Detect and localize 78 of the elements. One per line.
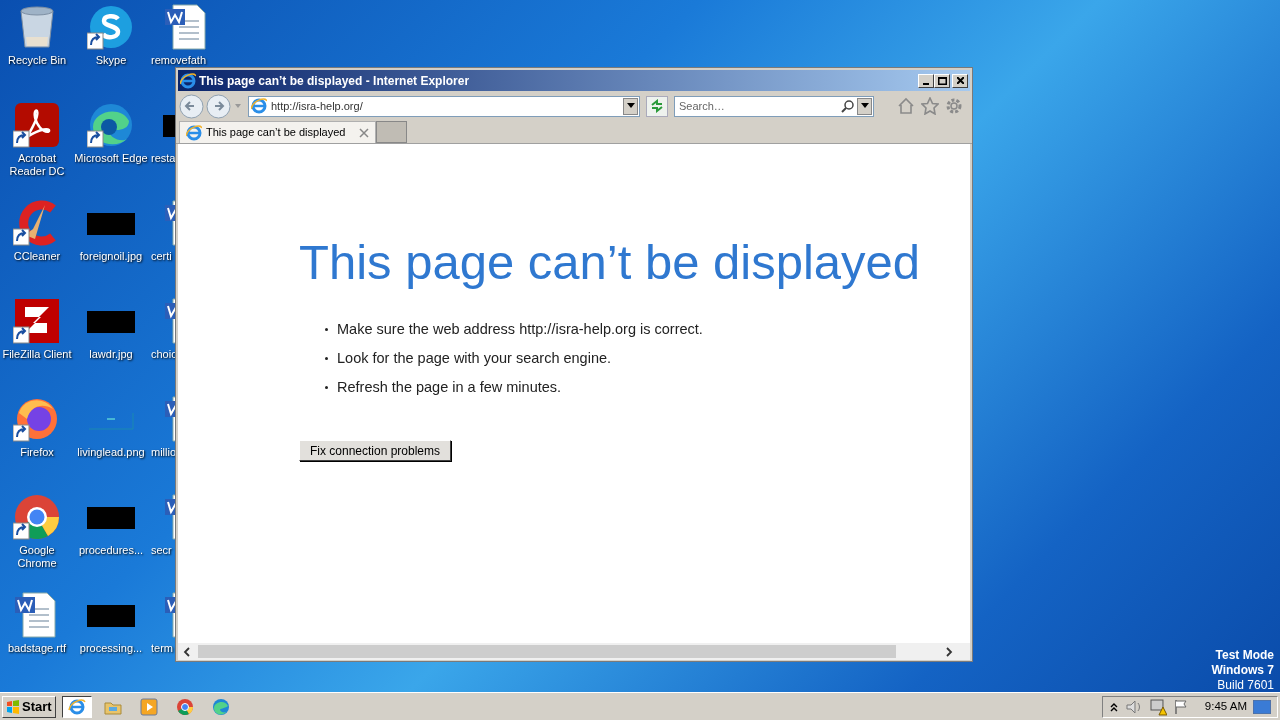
- page-heading: This page can’t be displayed: [299, 234, 922, 291]
- bullet-text: Make sure the web address http://isra-help.org is correct.: [337, 320, 703, 339]
- desktop-icon-label[interactable]: Recycle Bin: [0, 54, 74, 67]
- play-icon: [139, 697, 158, 716]
- bullet-icon: [324, 355, 329, 361]
- refresh-icon: [650, 99, 664, 113]
- desktop-icon-label[interactable]: Acrobat Reader DC: [0, 152, 74, 178]
- desktop-icon-label[interactable]: resta: [151, 152, 176, 165]
- desktop-icon-label[interactable]: term: [151, 642, 173, 655]
- ie-logo-icon: [180, 72, 196, 89]
- refresh-button[interactable]: [646, 95, 668, 117]
- document-logo-icon[interactable]: [13, 101, 61, 149]
- show-desktop-icon[interactable]: [1253, 699, 1271, 714]
- ie-logo-icon: [251, 98, 267, 114]
- desktop-icon-label[interactable]: badstage.rtf: [0, 642, 74, 655]
- search-box[interactable]: Search…: [674, 95, 874, 117]
- desktop-icon-label[interactable]: lawdr.jpg: [74, 348, 148, 361]
- start-button[interactable]: Start: [2, 695, 56, 718]
- desktop-icon-label[interactable]: CCleaner: [0, 250, 74, 263]
- desktop-icon-label[interactable]: certi: [151, 250, 172, 263]
- fix-connection-button[interactable]: Fix connection problems: [299, 440, 451, 461]
- window-title: This page can’t be displayed - Internet Explorer: [199, 72, 471, 90]
- star-icon[interactable]: [921, 97, 939, 115]
- desktop-icon-label[interactable]: Microsoft Edge: [74, 152, 148, 165]
- speaker-icon[interactable]: [1124, 698, 1143, 715]
- desktop-icon-label[interactable]: Firefox: [0, 446, 74, 459]
- ie-logo-icon: [67, 697, 86, 716]
- address-bar[interactable]: http://isra-help.org/: [248, 95, 640, 117]
- caret-icon: [860, 103, 869, 109]
- desktop-icon-label[interactable]: removefath: [151, 54, 207, 67]
- skype-icon[interactable]: [87, 3, 135, 51]
- desktop-icon-label[interactable]: livinglead.png: [74, 446, 148, 459]
- desktop-icon-label[interactable]: foreignoil.jpg: [74, 250, 148, 263]
- address-dropdown-button[interactable]: [623, 97, 638, 115]
- caret-icon: [626, 103, 635, 109]
- edge-icon: [211, 697, 230, 716]
- watermark-text: Windows 7: [1211, 663, 1274, 678]
- minimize-button[interactable]: [918, 73, 934, 88]
- scroll-right-icon[interactable]: [944, 646, 954, 657]
- filezilla-icon[interactable]: [13, 297, 61, 345]
- edge-icon[interactable]: [87, 101, 135, 149]
- watermark-text: Test Mode: [1215, 648, 1274, 663]
- bullet-icon: [324, 384, 329, 390]
- flag-icon[interactable]: [1172, 698, 1189, 715]
- windows-flag-icon: [6, 699, 20, 714]
- desktop-icon-label[interactable]: processing...: [74, 642, 148, 655]
- ie-logo-icon: [186, 124, 202, 141]
- desktop-icon-label[interactable]: secr: [151, 544, 172, 557]
- maximize-button[interactable]: [934, 73, 950, 88]
- scrollbar-thumb[interactable]: [198, 645, 896, 658]
- watermark-text: Build 7601: [1217, 678, 1274, 693]
- horizontal-scrollbar[interactable]: [178, 643, 970, 660]
- desktop-icon-label[interactable]: FileZilla Client: [0, 348, 74, 361]
- search-field[interactable]: Search…: [679, 97, 841, 115]
- maximize-icon: [937, 76, 947, 85]
- desktop-icon-label[interactable]: millio: [151, 446, 177, 459]
- clock-text[interactable]: 9:45 AM: [1204, 697, 1248, 716]
- desktop-icon-label[interactable]: procedures...: [74, 544, 148, 557]
- scroll-left-icon[interactable]: [182, 646, 192, 657]
- chrome-icon[interactable]: [13, 493, 61, 541]
- close-icon: [956, 77, 964, 84]
- bullet-text: Look for the page with your search engine.: [337, 349, 612, 368]
- desktop-icon-label[interactable]: Google Chrome: [0, 544, 74, 570]
- search-icon[interactable]: [841, 99, 855, 113]
- close-tab-icon[interactable]: [359, 127, 369, 138]
- network-warning-icon[interactable]: [1148, 697, 1167, 716]
- back-button-icon[interactable]: [179, 93, 204, 119]
- address-text: http://isra-help.org/: [271, 98, 364, 114]
- browser-tab[interactable]: This page can’t be displayed: [179, 121, 376, 143]
- close-button[interactable]: [952, 73, 968, 88]
- minimize-icon: [923, 82, 929, 85]
- bullet-text: Refresh the page in a few minutes.: [337, 378, 562, 397]
- bullet-icon: [324, 326, 329, 332]
- search-dropdown-button[interactable]: [857, 97, 872, 115]
- forward-button-icon[interactable]: [206, 93, 231, 119]
- taskbar-app-button[interactable]: [61, 695, 92, 718]
- desktop-icon-label[interactable]: Skype: [74, 54, 148, 67]
- chrome-icon: [175, 697, 194, 716]
